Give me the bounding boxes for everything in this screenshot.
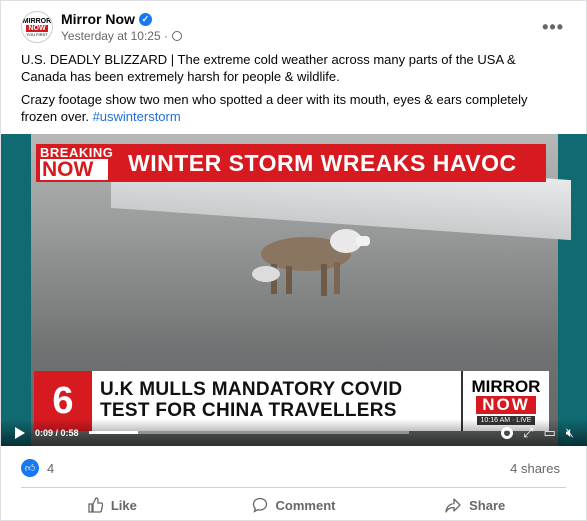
page-name-link[interactable]: Mirror Now xyxy=(61,11,135,27)
share-label: Share xyxy=(469,497,506,513)
hashtag-link[interactable]: #uswinterstorm xyxy=(93,109,181,124)
page-name-row: Mirror Now ✓ xyxy=(61,11,182,27)
globe-icon xyxy=(171,31,182,41)
timestamp-row: Yesterday at 10:25 · xyxy=(61,29,182,43)
video-controls: 0:09 / 0:58 ⤢ ▭ 🔇︎ xyxy=(1,419,587,446)
progress-fill xyxy=(88,431,139,434)
video-player[interactable]: BREAKING NOW WINTER STORM WREAKS HAVOC 6… xyxy=(1,134,587,446)
like-reaction-icon[interactable]: 👍︎ xyxy=(21,459,39,477)
fullscreen-icon[interactable]: ⤢ xyxy=(523,425,533,441)
share-button[interactable]: Share xyxy=(384,491,566,519)
avatar-text-top: MIRROR xyxy=(22,17,52,25)
post-header: MIRROR NOW YOU FIRST Mirror Now ✓ Yester… xyxy=(21,9,570,45)
breaking-banner: BREAKING NOW WINTER STORM WREAKS HAVOC xyxy=(36,144,546,182)
reaction-stats: 👍︎ 4 4 shares xyxy=(21,456,560,480)
deer-image xyxy=(252,229,370,296)
breaking-headline: WINTER STORM WREAKS HAVOC xyxy=(118,144,546,182)
comment-button[interactable]: Comment xyxy=(203,491,385,519)
post-paragraph-1: U.S. DEADLY BLIZZARD | The extreme cold … xyxy=(21,52,516,84)
share-icon xyxy=(445,498,461,513)
video-side-left xyxy=(1,134,31,446)
like-label: Like xyxy=(110,497,137,513)
post-card: MIRROR NOW YOU FIRST Mirror Now ✓ Yester… xyxy=(0,0,587,521)
comment-label: Comment xyxy=(275,497,336,513)
timestamp-link[interactable]: Yesterday at 10:25 · xyxy=(61,29,168,43)
verified-badge-icon: ✓ xyxy=(138,12,152,26)
picture-in-picture-icon[interactable]: ▭ xyxy=(544,425,556,441)
progress-bar[interactable] xyxy=(88,431,409,434)
post-actions: Like Comment Share xyxy=(21,491,566,519)
breaking-tag: BREAKING NOW xyxy=(36,144,118,182)
avatar-text-bottom: YOU FIRST xyxy=(26,31,48,37)
actions-divider xyxy=(21,487,566,488)
shares-count[interactable]: 4 shares xyxy=(510,461,560,476)
thumbs-up-icon xyxy=(88,497,103,513)
mute-icon[interactable]: 🔇︎ xyxy=(566,425,574,441)
post-paragraph-2: Crazy footage show two men who spotted a… xyxy=(21,91,561,125)
post-text: U.S. DEADLY BLIZZARD | The extreme cold … xyxy=(21,51,561,131)
avatar[interactable]: MIRROR NOW YOU FIRST xyxy=(21,11,53,43)
comment-icon xyxy=(252,497,267,513)
post-meta: Mirror Now ✓ Yesterday at 10:25 · xyxy=(61,11,182,43)
breaking-tag-line2: NOW xyxy=(40,159,108,180)
channel-logo-line2: NOW xyxy=(476,395,536,414)
channel-logo-line1: MIRROR xyxy=(471,376,541,396)
settings-gear-icon[interactable] xyxy=(501,426,514,439)
more-options-button[interactable]: ••• xyxy=(536,17,570,38)
video-time: 0:09 / 0:58 xyxy=(35,427,79,438)
play-icon[interactable] xyxy=(15,426,25,439)
avatar-text-middle: NOW xyxy=(26,24,48,32)
reaction-count[interactable]: 4 xyxy=(47,461,54,476)
like-button[interactable]: Like xyxy=(21,491,203,519)
